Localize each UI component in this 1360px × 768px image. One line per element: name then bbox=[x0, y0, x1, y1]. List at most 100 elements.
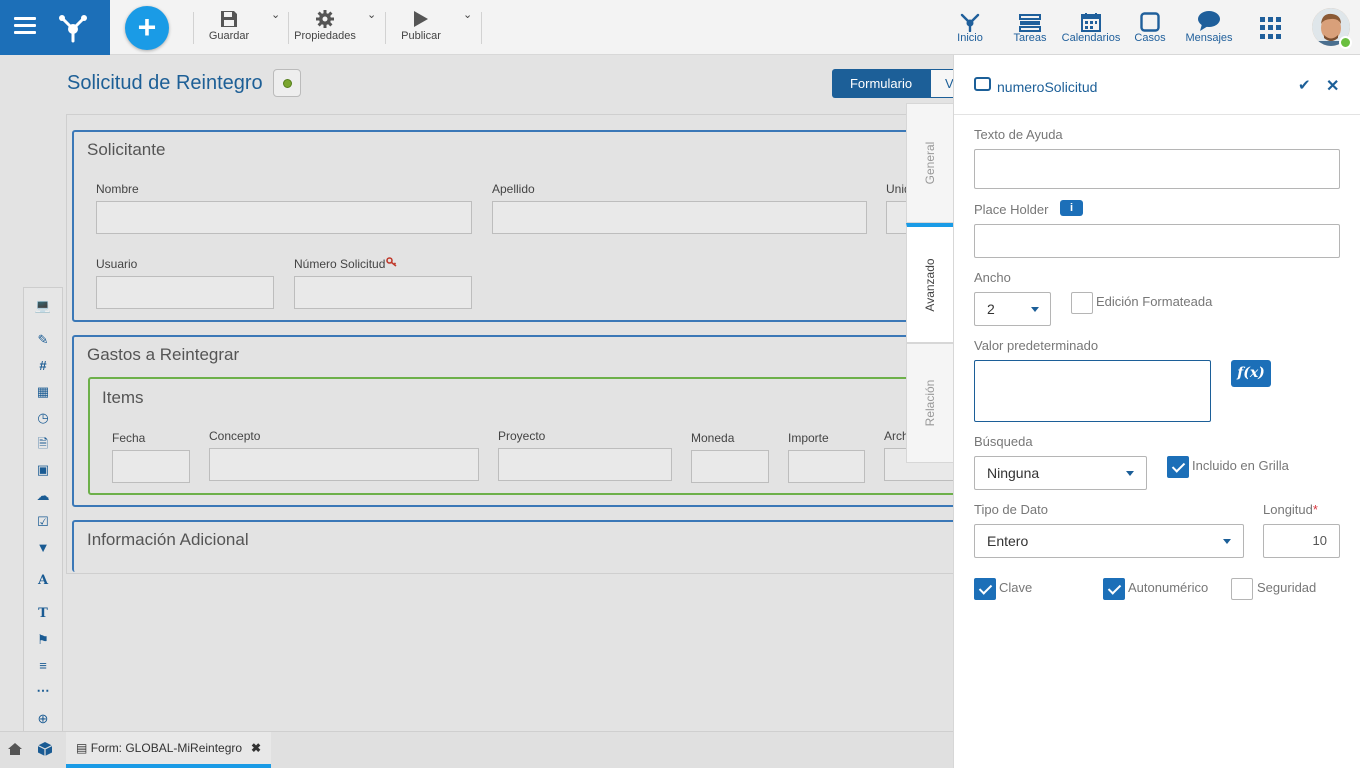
save-chevron-icon[interactable]: ⌄ bbox=[271, 8, 280, 48]
moneda-field[interactable] bbox=[691, 450, 769, 483]
tab-label: Avanzado bbox=[923, 257, 937, 312]
add-button[interactable]: + bbox=[125, 6, 169, 50]
align-icon[interactable]: ≡ bbox=[33, 657, 53, 675]
save-label: Guardar bbox=[208, 30, 250, 42]
section-title: Gastos a Reintegrar bbox=[87, 345, 240, 364]
messages-icon bbox=[1198, 11, 1220, 31]
tab-avanzado[interactable]: Avanzado bbox=[906, 223, 953, 343]
section-solicitante[interactable]: Solicitante Nombre Apellido Unid Usuario… bbox=[72, 130, 962, 322]
save-button[interactable]: Guardar bbox=[203, 8, 255, 48]
datatype-select[interactable]: Entero bbox=[974, 524, 1244, 558]
column-label-arch: Arch bbox=[884, 429, 909, 443]
concepto-field[interactable] bbox=[209, 448, 479, 481]
document-tab-label: Form: GLOBAL-MiReintegro bbox=[90, 741, 243, 755]
tab-general[interactable]: General bbox=[906, 103, 953, 223]
home-icon[interactable] bbox=[7, 741, 23, 757]
tab-relacion[interactable]: Relación bbox=[906, 343, 953, 463]
clock-icon[interactable]: ◷ bbox=[33, 409, 53, 427]
column-label-importe: Importe bbox=[788, 431, 829, 445]
close-icon[interactable]: ✕ bbox=[1326, 76, 1339, 96]
in-grid-checkbox[interactable] bbox=[1167, 456, 1189, 478]
cube-icon[interactable] bbox=[37, 741, 53, 757]
properties-button[interactable]: Propiedades bbox=[292, 8, 358, 48]
autonumeric-label: Autonumérico bbox=[1128, 580, 1209, 595]
menu-icon[interactable] bbox=[14, 17, 36, 35]
fecha-field[interactable] bbox=[112, 450, 190, 483]
logo-icon[interactable] bbox=[56, 9, 90, 43]
dropdown-icon[interactable]: ▼ bbox=[33, 539, 53, 557]
add-control-icon[interactable]: ⊕ bbox=[33, 710, 53, 728]
form-canvas: Solicitud de Reintegro Formulario V Soli… bbox=[0, 55, 966, 768]
properties-chevron-icon[interactable]: ⌄ bbox=[367, 8, 376, 48]
formula-button[interactable]: f(x) bbox=[1231, 360, 1271, 387]
column-label-concepto: Concepto bbox=[209, 429, 261, 443]
close-tab-icon[interactable]: ✖ bbox=[251, 732, 261, 764]
status-button[interactable] bbox=[273, 69, 301, 97]
nav-messages-label: Mensajes bbox=[1185, 32, 1233, 44]
hash-icon[interactable]: # bbox=[33, 357, 53, 375]
section-title: Información Adicional bbox=[87, 530, 249, 549]
toolbar-divider bbox=[193, 12, 194, 44]
nav-tasks[interactable]: Tareas bbox=[1010, 8, 1050, 44]
section-gastos[interactable]: Gastos a Reintegrar Items Fecha Concepto… bbox=[72, 335, 962, 507]
section-adicional[interactable]: Información Adicional bbox=[72, 520, 962, 572]
toolbar-divider bbox=[481, 12, 482, 44]
document-tab[interactable]: ▤ Form: GLOBAL-MiReintegro ✖ bbox=[66, 732, 271, 768]
status-dot-icon bbox=[283, 79, 292, 88]
apps-icon[interactable] bbox=[1260, 17, 1282, 39]
importe-field[interactable] bbox=[788, 450, 865, 483]
length-field[interactable]: 10 bbox=[1263, 524, 1340, 558]
search-value: Ninguna bbox=[987, 465, 1040, 481]
edit-icon[interactable]: ✎ bbox=[33, 331, 53, 349]
info-icon[interactable]: i bbox=[1060, 200, 1083, 216]
length-label-text: Longitud bbox=[1263, 502, 1313, 517]
field-label-text: Número Solicitud bbox=[294, 257, 386, 271]
chevron-down-icon bbox=[1031, 307, 1039, 312]
search-select[interactable]: Ninguna bbox=[974, 456, 1147, 490]
text-icon[interactable]: T bbox=[33, 605, 53, 623]
nav-home[interactable]: Inicio bbox=[950, 8, 990, 44]
numero-solicitud-field[interactable] bbox=[294, 276, 472, 309]
security-checkbox[interactable] bbox=[1231, 578, 1253, 600]
nav-messages[interactable]: Mensajes bbox=[1183, 8, 1235, 44]
nav-calendars[interactable]: Calendarios bbox=[1060, 8, 1122, 44]
label-icon[interactable]: A bbox=[33, 572, 53, 590]
width-select[interactable]: 2 bbox=[974, 292, 1051, 326]
save-icon bbox=[221, 11, 237, 27]
items-grid[interactable]: Items Fecha Concepto Proyecto Moneda Imp… bbox=[88, 377, 958, 495]
tab-label: General bbox=[923, 141, 937, 185]
proyecto-field[interactable] bbox=[498, 448, 672, 481]
cases-icon bbox=[1140, 12, 1160, 32]
key-label: Clave bbox=[999, 580, 1033, 595]
top-toolbar: + Guardar ⌄ Propiedades ⌄ Publicar ⌄ Ini… bbox=[0, 0, 1360, 55]
nav-cases[interactable]: Casos bbox=[1131, 8, 1169, 44]
placeholder-field[interactable] bbox=[974, 224, 1340, 258]
publish-chevron-icon[interactable]: ⌄ bbox=[463, 8, 472, 48]
tags-icon[interactable]: ⚑ bbox=[33, 631, 53, 649]
datatype-value: Entero bbox=[987, 533, 1029, 549]
formatted-checkbox[interactable] bbox=[1071, 292, 1093, 314]
image-icon[interactable]: ▣ bbox=[33, 461, 53, 479]
help-text-field[interactable] bbox=[974, 149, 1340, 189]
length-label: Longitud* bbox=[1263, 502, 1318, 517]
file-icon[interactable]: 🗎 bbox=[33, 435, 53, 453]
confirm-icon[interactable]: ✔ bbox=[1298, 76, 1311, 94]
more-icon[interactable]: ⋯ bbox=[33, 682, 53, 700]
nav-home-label: Inicio bbox=[957, 32, 983, 44]
autonumeric-checkbox[interactable] bbox=[1103, 578, 1125, 600]
items-title: Items bbox=[102, 388, 144, 407]
key-checkbox[interactable] bbox=[974, 578, 996, 600]
checkbox-icon[interactable]: ☑ bbox=[33, 513, 53, 531]
upload-icon[interactable]: ☁ bbox=[33, 487, 53, 505]
tab-formulario[interactable]: Formulario bbox=[832, 69, 930, 98]
apellido-field[interactable] bbox=[492, 201, 867, 234]
usuario-field[interactable] bbox=[96, 276, 274, 309]
laptop-icon[interactable]: 💻 bbox=[33, 297, 53, 315]
column-label-proyecto: Proyecto bbox=[498, 429, 546, 443]
calendar-control-icon[interactable]: ▦ bbox=[33, 383, 53, 401]
default-value-field[interactable] bbox=[974, 360, 1211, 422]
publish-button[interactable]: Publicar bbox=[396, 8, 446, 48]
default-value-label: Valor predeterminado bbox=[974, 338, 1099, 353]
security-label: Seguridad bbox=[1257, 580, 1317, 595]
nombre-field[interactable] bbox=[96, 201, 472, 234]
